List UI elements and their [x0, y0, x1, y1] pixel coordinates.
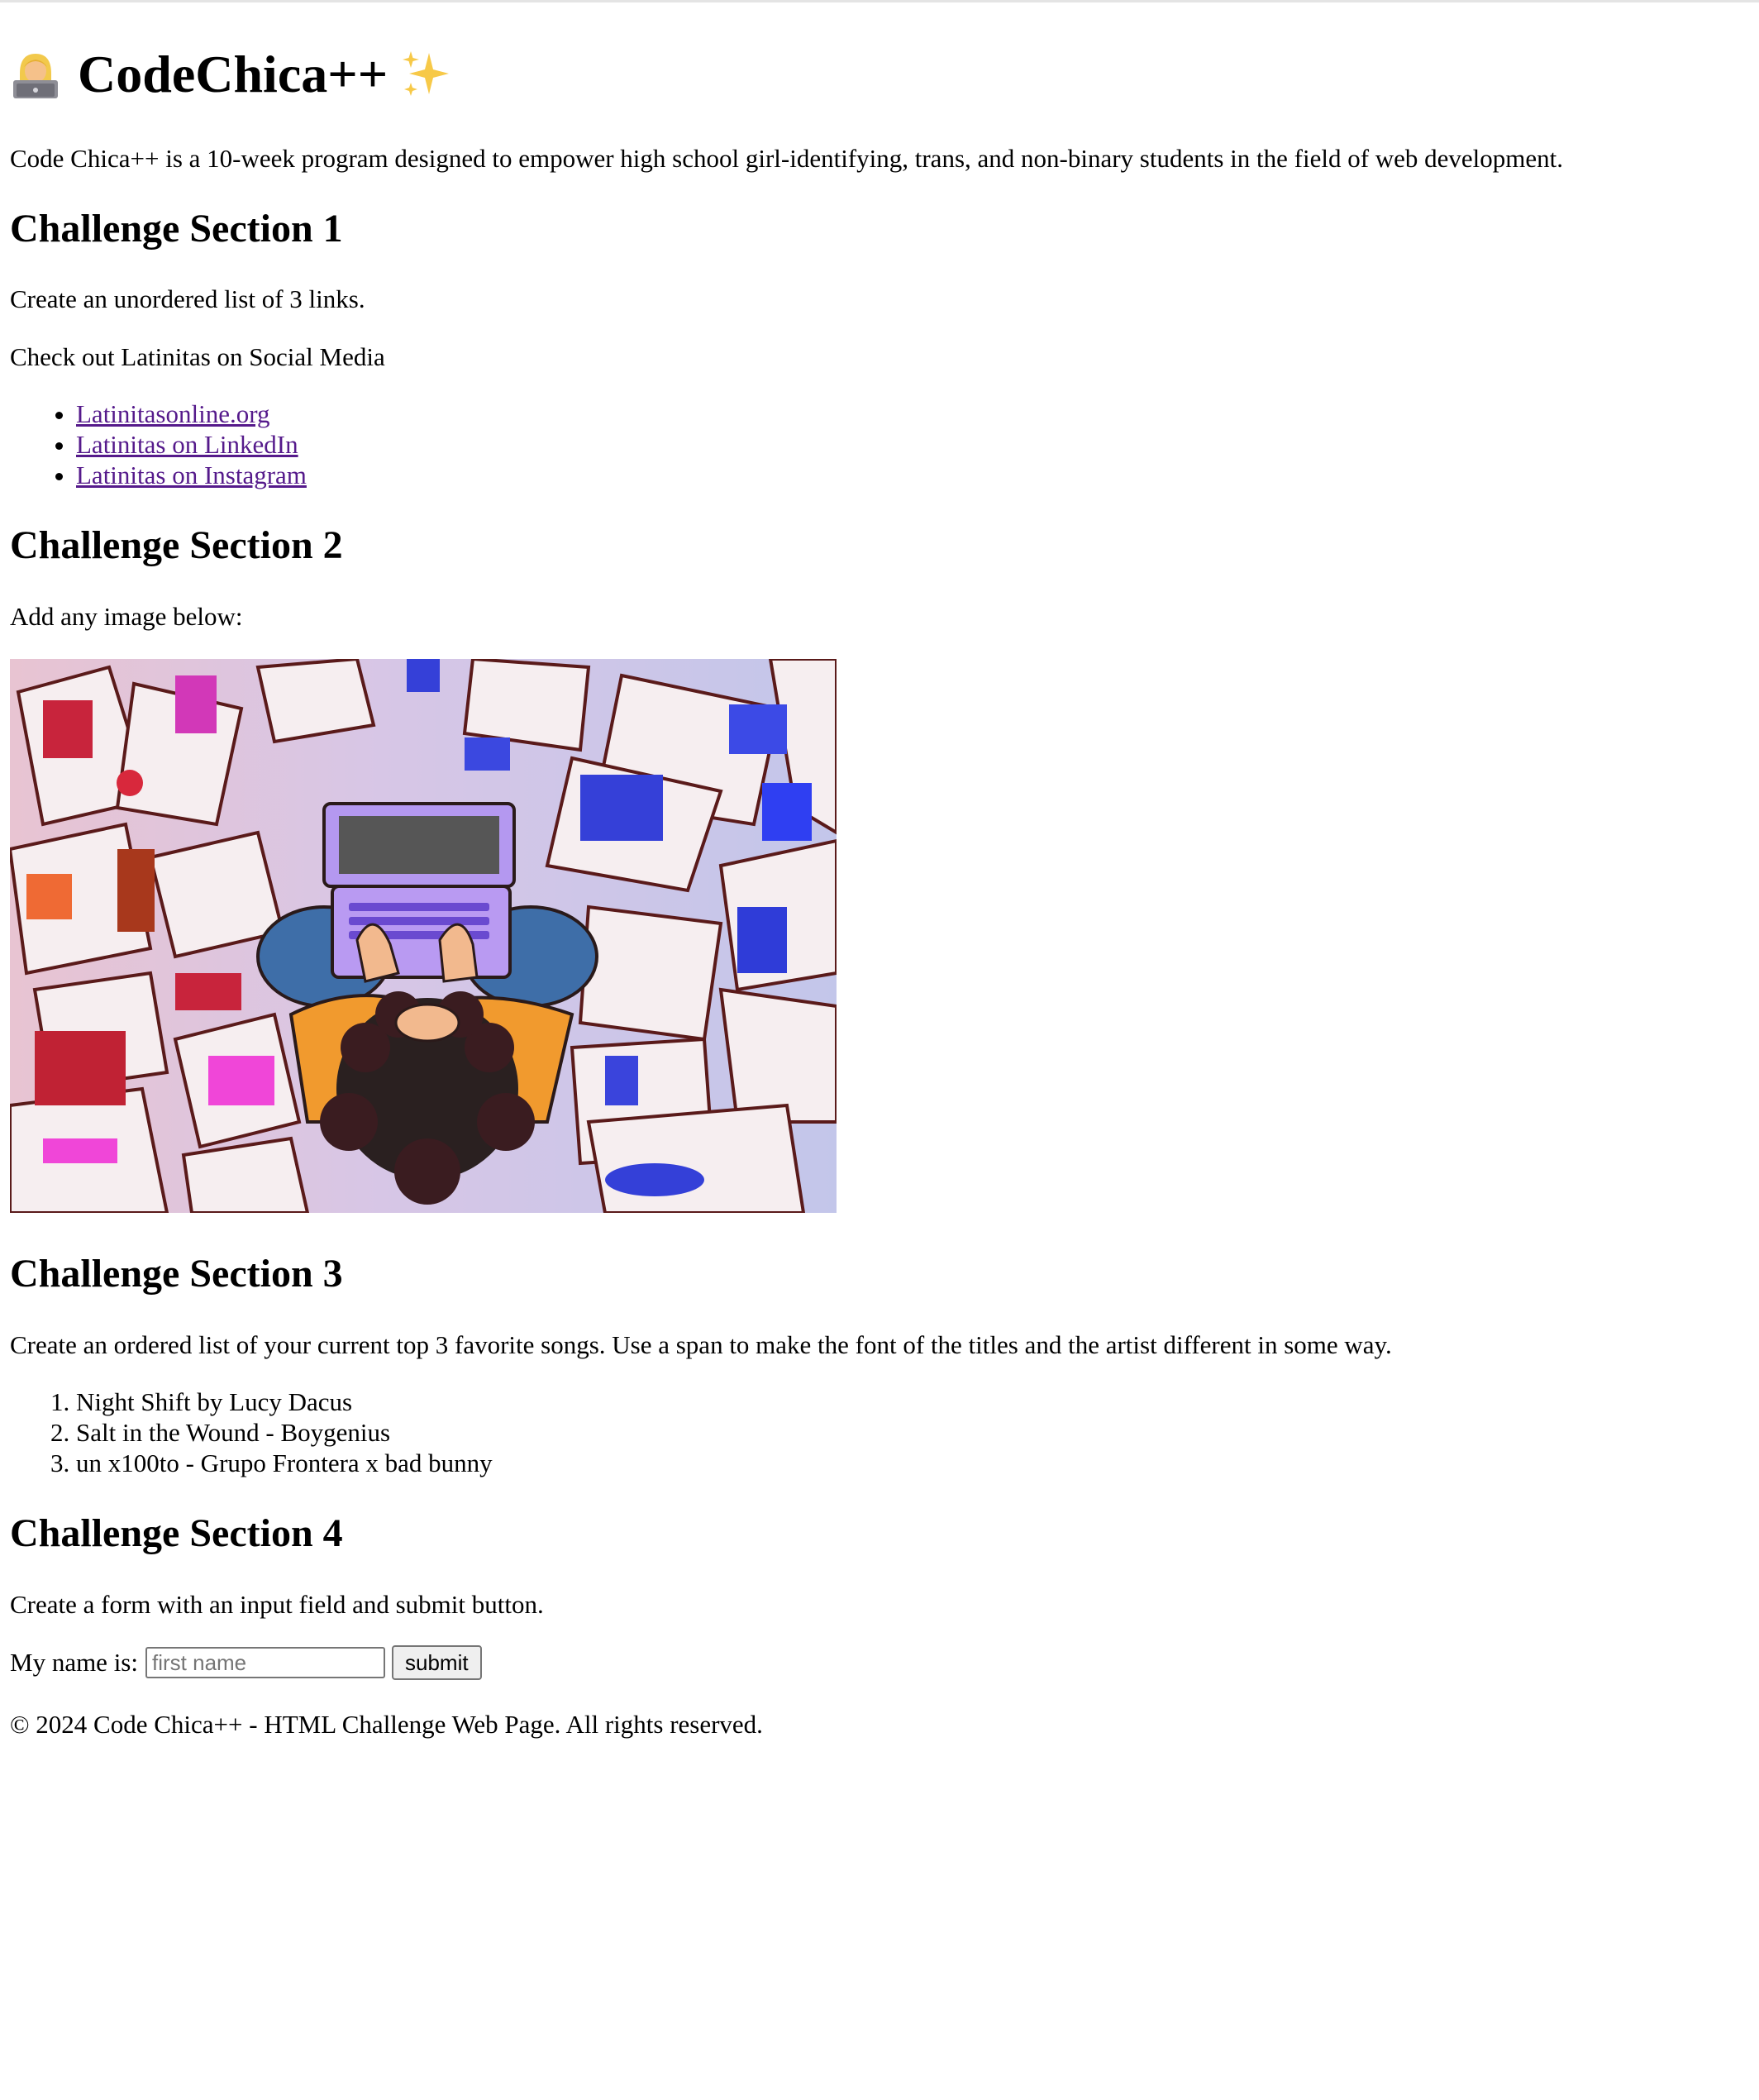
list-item: Night Shift by Lucy Dacus — [76, 1386, 493, 1417]
social-links-list: Latinitasonline.org Latinitas on LinkedI… — [10, 399, 307, 490]
list-item: Salt in the Wound - Boygenius — [76, 1417, 493, 1448]
submit-button[interactable]: submit — [392, 1645, 482, 1680]
section2-instruction: Add any image below: — [10, 602, 243, 631]
illustration-girl-with-laptop-icon — [10, 659, 837, 1213]
section1-heading: Challenge Section 1 — [10, 207, 343, 251]
browser-top-border — [0, 0, 1759, 2]
name-form: My name is: submit — [10, 1645, 482, 1680]
section3-instruction: Create an ordered list of your current t… — [10, 1330, 1392, 1359]
section2-heading: Challenge Section 2 — [10, 523, 343, 567]
section4-instruction: Create a form with an input field and su… — [10, 1590, 544, 1619]
list-item: Latinitas on Instagram — [76, 460, 307, 490]
list-item: Latinitasonline.org — [76, 399, 307, 429]
intro-text: Code Chica++ is a 10-week program design… — [10, 144, 1564, 173]
section3-heading: Challenge Section 3 — [10, 1252, 343, 1296]
footer-copyright: © 2024 Code Chica++ - HTML Challenge Web… — [10, 1710, 763, 1739]
section1-instruction: Create an unordered list of 3 links. — [10, 284, 365, 313]
first-name-input[interactable] — [145, 1647, 385, 1678]
social-media-subtitle: Check out Latinitas on Social Media — [10, 342, 385, 371]
page-title: CodeChica++ — [10, 41, 452, 107]
link-latinitas-instagram[interactable]: Latinitas on Instagram — [76, 461, 307, 489]
list-item: un x100to - Grupo Frontera x bad bunny — [76, 1448, 493, 1478]
link-latinitasonline[interactable]: Latinitasonline.org — [76, 399, 269, 428]
sparkles-icon — [399, 48, 452, 101]
link-latinitas-linkedin[interactable]: Latinitas on LinkedIn — [76, 430, 298, 459]
title-text: CodeChica++ — [78, 45, 389, 103]
name-label: My name is: — [10, 1648, 138, 1677]
songs-list: Night Shift by Lucy Dacus Salt in the Wo… — [10, 1386, 493, 1478]
list-item: Latinitas on LinkedIn — [76, 429, 307, 460]
section4-heading: Challenge Section 4 — [10, 1511, 343, 1555]
woman-technologist-icon — [10, 49, 61, 100]
